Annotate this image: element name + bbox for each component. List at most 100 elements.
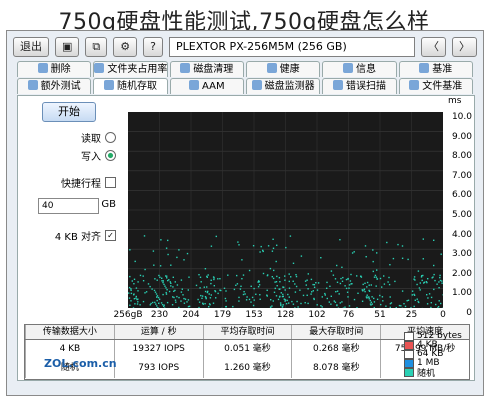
legend-item[interactable]: 随机 bbox=[404, 367, 468, 379]
legend-item[interactable]: 1 MB bbox=[404, 358, 468, 368]
tab-aam[interactable]: AAM bbox=[169, 78, 244, 94]
legend-item[interactable]: 512 bytes bbox=[404, 331, 468, 341]
data-point bbox=[375, 276, 378, 278]
legend-item[interactable]: 64 KB bbox=[404, 349, 468, 359]
tab-disk-monitor[interactable]: 磁盘监测器 bbox=[245, 78, 321, 94]
tab-folder-usage[interactable]: 文件夹占用率 bbox=[93, 61, 168, 77]
tab-disk-cleanup[interactable]: 磁盘清理 bbox=[169, 61, 244, 77]
short-stroke-option[interactable]: 快捷行程 bbox=[24, 175, 116, 190]
data-point bbox=[240, 285, 242, 287]
align-checkbox[interactable]: ✓ bbox=[105, 230, 116, 241]
prev-drive-button[interactable]: 〈 bbox=[421, 37, 446, 57]
data-point bbox=[137, 301, 139, 303]
data-point bbox=[213, 285, 215, 287]
data-point bbox=[153, 289, 156, 292]
data-point bbox=[397, 243, 399, 246]
data-point bbox=[160, 239, 162, 241]
stroke-size-field[interactable]: 40 bbox=[38, 198, 100, 214]
data-point bbox=[172, 276, 174, 278]
data-point bbox=[237, 241, 239, 243]
data-point bbox=[348, 305, 351, 307]
data-point bbox=[305, 284, 307, 286]
tab-icon bbox=[27, 80, 38, 90]
tab-benchmark[interactable]: 基准 bbox=[398, 61, 473, 77]
data-point bbox=[336, 281, 339, 283]
data-point bbox=[129, 275, 131, 278]
data-point bbox=[310, 293, 312, 295]
data-point bbox=[435, 303, 437, 306]
tab-file-benchmark[interactable]: 文件基准 bbox=[398, 78, 473, 94]
drive-select[interactable]: PLEXTOR PX-256M5M (256 GB) bbox=[168, 37, 415, 57]
help-icon[interactable]: ? bbox=[143, 37, 163, 57]
data-point bbox=[262, 250, 264, 253]
tab-health[interactable]: 健康 bbox=[245, 61, 321, 77]
data-point bbox=[257, 286, 260, 288]
data-point bbox=[336, 290, 339, 292]
write-option[interactable]: 写入 bbox=[24, 148, 116, 163]
data-point bbox=[201, 297, 203, 299]
col-header: 传输数据大小 bbox=[25, 325, 114, 339]
tab-error-scan[interactable]: 错误扫描 bbox=[322, 78, 397, 94]
data-point bbox=[362, 290, 364, 292]
data-point bbox=[171, 304, 174, 306]
align-option[interactable]: 4 KB 对齐 ✓ bbox=[24, 228, 116, 243]
tab-delete[interactable]: 删除 bbox=[17, 61, 92, 77]
controls: 开始 读取 写入 快捷行程 40 GB 4 KB 对齐 ✓ bbox=[24, 102, 116, 243]
stroke-unit: GB bbox=[101, 198, 116, 210]
data-point bbox=[339, 282, 342, 285]
options-icon[interactable]: ⚙ bbox=[113, 37, 138, 57]
data-point bbox=[279, 281, 281, 283]
data-point bbox=[288, 280, 290, 283]
data-point bbox=[163, 305, 165, 308]
data-point bbox=[178, 296, 180, 299]
legend-item[interactable]: 4 KB bbox=[404, 340, 468, 350]
data-point bbox=[168, 290, 171, 293]
data-point bbox=[286, 299, 288, 302]
next-drive-button[interactable]: 〉 bbox=[452, 37, 477, 57]
data-point bbox=[342, 276, 344, 279]
short-stroke-checkbox[interactable] bbox=[105, 177, 116, 188]
y-tick-label: 6.00 bbox=[451, 190, 472, 201]
data-point bbox=[411, 294, 413, 296]
data-point bbox=[188, 305, 191, 307]
data-point bbox=[130, 289, 132, 291]
data-point bbox=[307, 288, 309, 290]
data-point bbox=[370, 304, 372, 306]
data-point bbox=[295, 275, 298, 278]
data-point bbox=[269, 267, 272, 270]
x-axis: 256gB 230 204 179 153 128 102 76 51 25 0 bbox=[113, 310, 445, 322]
exit-button[interactable]: 退出 bbox=[13, 37, 49, 57]
legend-swatch bbox=[404, 340, 414, 350]
data-point bbox=[270, 299, 272, 301]
y-tick-label: 3.00 bbox=[451, 249, 472, 260]
data-point bbox=[233, 288, 236, 291]
data-point bbox=[362, 283, 364, 286]
data-point bbox=[147, 283, 150, 285]
data-point bbox=[364, 290, 366, 293]
data-point bbox=[433, 264, 435, 267]
data-point bbox=[258, 284, 261, 286]
data-point bbox=[274, 281, 276, 283]
start-button[interactable]: 开始 bbox=[42, 102, 96, 122]
table-cell: 0.051 毫秒 bbox=[202, 340, 292, 359]
tab-info[interactable]: 信息 bbox=[322, 61, 397, 77]
tab-random-access[interactable]: 随机存取 bbox=[93, 78, 168, 94]
tab-extra-tests[interactable]: 额外测试 bbox=[17, 78, 92, 94]
data-point bbox=[172, 286, 174, 288]
write-radio[interactable] bbox=[105, 150, 116, 161]
data-point bbox=[163, 304, 165, 306]
read-option[interactable]: 读取 bbox=[24, 130, 116, 145]
save-icon[interactable]: ▣ bbox=[55, 37, 80, 57]
data-point bbox=[276, 275, 278, 278]
data-point bbox=[382, 300, 384, 302]
data-point bbox=[149, 304, 151, 306]
read-radio[interactable] bbox=[105, 132, 116, 143]
data-point bbox=[313, 286, 316, 288]
x-tick-label: 153 bbox=[245, 310, 263, 320]
data-point bbox=[332, 274, 335, 276]
data-point bbox=[156, 279, 158, 281]
y-axis-title: ms bbox=[448, 96, 462, 106]
copy-icon[interactable]: ⧉ bbox=[85, 37, 108, 57]
data-point bbox=[142, 275, 144, 277]
data-point bbox=[334, 301, 337, 303]
